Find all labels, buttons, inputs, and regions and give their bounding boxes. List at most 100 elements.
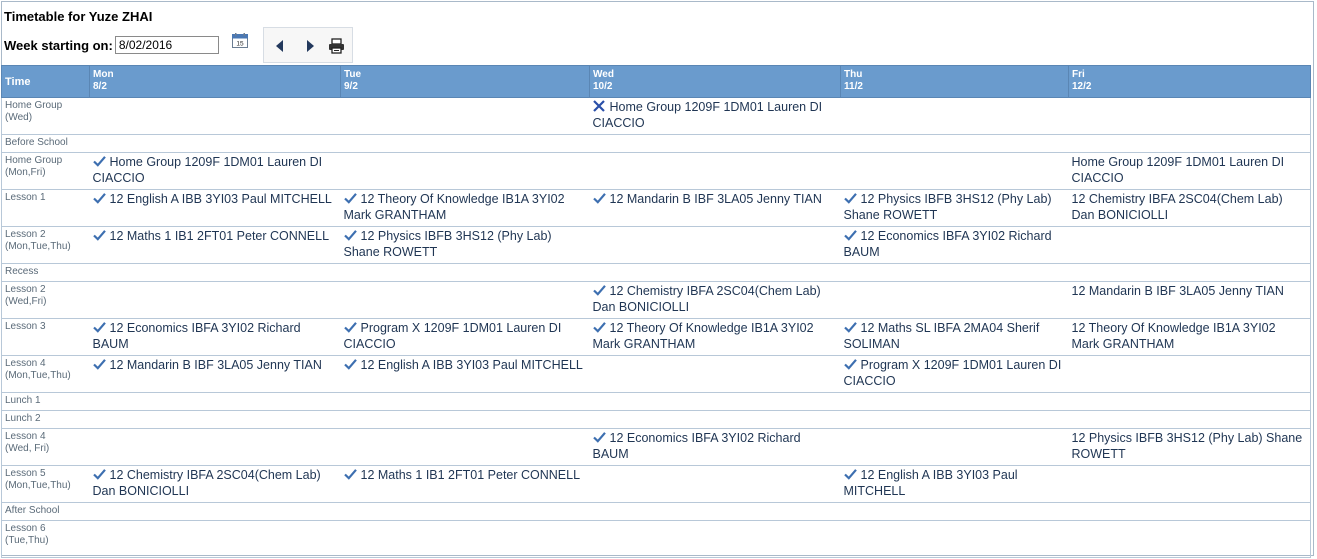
check-icon	[843, 193, 857, 204]
period-label-cell: Lesson 1	[1, 189, 90, 227]
period-name: Lunch 2	[5, 413, 41, 424]
empty-cell	[340, 502, 590, 521]
class-cell[interactable]: 12 Chemistry IBFA 2SC04(Chem Lab) Dan BO…	[1068, 189, 1311, 227]
empty-cell	[1068, 134, 1311, 153]
period-days: (Mon,Tue,Thu)	[5, 370, 71, 381]
empty-cell	[340, 134, 590, 153]
class-text: 12 Theory Of Knowledge IB1A 3YI02 Mark G…	[592, 321, 814, 351]
class-cell[interactable]: 12 English A IBB 3YI03 Paul MITCHELL	[89, 189, 341, 227]
empty-cell	[89, 134, 341, 153]
period-row: After School	[1, 502, 1311, 521]
class-text: 12 English A IBB 3YI03 Paul MITCHELL	[360, 358, 583, 372]
class-text: 12 Economics IBFA 3YI02 Richard BAUM	[843, 229, 1052, 259]
period-name: Lesson 5	[5, 468, 46, 479]
period-row: Lesson 2 (Wed,Fri) 12 Chemistry IBFA 2SC04…	[1, 281, 1311, 319]
week-date-input[interactable]	[114, 36, 219, 54]
period-label-cell: Before School	[1, 134, 90, 153]
period-name: Lesson 2	[5, 284, 46, 295]
period-row: Lesson 4 (Mon,Tue,Thu) 12 Mandarin B IBF 3…	[1, 355, 1311, 393]
empty-cell	[840, 392, 1069, 411]
check-icon	[592, 193, 606, 204]
class-cell[interactable]: Home Group 1209F 1DM01 Lauren DI CIACCIO	[89, 152, 341, 190]
arrow-right-icon[interactable]	[302, 37, 318, 55]
class-text: 12 Economics IBFA 3YI02 Richard BAUM	[592, 431, 801, 461]
class-text: 12 Maths 1 IB1 2FT01 Peter CONNELL	[360, 468, 581, 482]
timetable-header: Time Mon 8/2 Tue 9/2 Wed 10/2 Thu 11/2 Fri 12…	[1, 65, 1311, 98]
class-cell[interactable]: 12 Theory Of Knowledge IB1A 3YI02 Mark G…	[340, 189, 590, 227]
class-cell[interactable]: 12 Physics IBFB 3HS12 (Phy Lab) Shane RO…	[840, 189, 1069, 227]
empty-cell	[1068, 355, 1311, 393]
class-cell[interactable]: 12 Physics IBFB 3HS12 (Phy Lab) Shane RO…	[1068, 428, 1311, 466]
empty-cell	[589, 502, 841, 521]
empty-cell	[589, 226, 841, 264]
empty-cell	[840, 263, 1069, 282]
class-cell[interactable]: 12 Economics IBFA 3YI02 Richard BAUM	[89, 318, 341, 356]
period-name: Lesson 4	[5, 358, 46, 369]
period-label-cell: Home Group (Mon,Fri)	[1, 152, 90, 190]
class-cell[interactable]: 12 English A IBB 3YI03 Paul MITCHELL	[840, 465, 1069, 503]
period-days: (Wed, Fri)	[5, 443, 50, 454]
period-label-cell: Lesson 5 (Mon,Tue,Thu)	[1, 465, 90, 503]
empty-cell	[340, 97, 590, 135]
period-name: Lesson 6	[5, 523, 46, 534]
check-icon	[92, 469, 106, 480]
class-cell[interactable]: Program X 1209F 1DM01 Lauren DI CIACCIO	[340, 318, 590, 356]
period-row: Lesson 3 12 Economics IBFA 3YI02 Richard …	[1, 318, 1311, 356]
class-text: Home Group 1209F 1DM01 Lauren DI CIACCIO	[1071, 155, 1285, 185]
class-cell[interactable]: 12 Mandarin B IBF 3LA05 Jenny TIAN	[89, 355, 341, 393]
class-cell[interactable]: 12 Maths SL IBFA 2MA04 Sherif SOLIMAN	[840, 318, 1069, 356]
period-days: (Mon,Tue,Thu)	[5, 241, 71, 252]
period-row: Lesson 4 (Wed, Fri) 12 Economics IBFA 3YI0…	[1, 428, 1311, 466]
period-name: Home Group	[5, 100, 63, 111]
empty-cell	[1068, 520, 1311, 558]
class-cell[interactable]: 12 Chemistry IBFA 2SC04(Chem Lab) Dan BO…	[589, 281, 841, 319]
class-cell[interactable]: Home Group 1209F 1DM01 Lauren DI CIACCIO	[589, 97, 841, 135]
arrow-left-icon[interactable]	[272, 37, 288, 55]
empty-cell	[340, 428, 590, 466]
day-header-thu: Thu 11/2	[840, 65, 1069, 98]
week-navigation	[263, 27, 353, 63]
period-days: (Tue,Thu)	[5, 535, 49, 546]
period-name: Lunch 1	[5, 395, 41, 406]
period-name: Lesson 3	[5, 321, 46, 332]
day-header-mon: Mon 8/2	[89, 65, 341, 98]
period-label-cell: Lunch 2	[1, 410, 90, 429]
class-text: 12 Chemistry IBFA 2SC04(Chem Lab) Dan BO…	[92, 468, 321, 498]
check-icon	[343, 359, 357, 370]
period-row: Lunch 1	[1, 392, 1311, 411]
period-label-cell: After School	[1, 502, 90, 521]
class-cell[interactable]: Program X 1209F 1DM01 Lauren DI CIACCIO	[840, 355, 1069, 393]
period-label-cell: Lesson 6 (Tue,Thu)	[1, 520, 90, 558]
check-icon	[843, 230, 857, 241]
empty-cell	[340, 392, 590, 411]
class-cell[interactable]: 12 Theory Of Knowledge IB1A 3YI02 Mark G…	[1068, 318, 1311, 356]
empty-cell	[89, 392, 341, 411]
period-row: Recess	[1, 263, 1311, 282]
class-cell[interactable]: Home Group 1209F 1DM01 Lauren DI CIACCIO	[1068, 152, 1311, 190]
empty-cell	[89, 97, 341, 135]
period-days: (Mon,Fri)	[5, 167, 46, 178]
empty-cell	[340, 520, 590, 558]
day-header-fri: Fri 12/2	[1068, 65, 1311, 98]
class-cell[interactable]: 12 Economics IBFA 3YI02 Richard BAUM	[589, 428, 841, 466]
period-name: Lesson 1	[5, 192, 46, 203]
class-cell[interactable]: 12 Economics IBFA 3YI02 Richard BAUM	[840, 226, 1069, 264]
calendar-icon[interactable]: 15	[232, 33, 248, 48]
class-cell[interactable]: 12 Maths 1 IB1 2FT01 Peter CONNELL	[340, 465, 590, 503]
printer-icon[interactable]	[327, 37, 345, 55]
period-row: Home Group (Mon,Fri) Home Group 1209F 1DM0…	[1, 152, 1311, 190]
class-text: 12 Mandarin B IBF 3LA05 Jenny TIAN	[1071, 284, 1284, 298]
class-text: 12 Economics IBFA 3YI02 Richard BAUM	[92, 321, 301, 351]
class-cell[interactable]: 12 Physics IBFB 3HS12 (Phy Lab) Shane RO…	[340, 226, 590, 264]
class-cell[interactable]: 12 Mandarin B IBF 3LA05 Jenny TIAN	[589, 189, 841, 227]
check-icon	[92, 193, 106, 204]
class-cell[interactable]: 12 Mandarin B IBF 3LA05 Jenny TIAN	[1068, 281, 1311, 319]
empty-cell	[89, 428, 341, 466]
empty-cell	[340, 263, 590, 282]
class-cell[interactable]: 12 Chemistry IBFA 2SC04(Chem Lab) Dan BO…	[89, 465, 341, 503]
class-cell[interactable]: 12 Theory Of Knowledge IB1A 3YI02 Mark G…	[589, 318, 841, 356]
period-label-cell: Lesson 3	[1, 318, 90, 356]
class-cell[interactable]: 12 English A IBB 3YI03 Paul MITCHELL	[340, 355, 590, 393]
class-cell[interactable]: 12 Maths 1 IB1 2FT01 Peter CONNELL	[89, 226, 341, 264]
svg-text:15: 15	[236, 41, 244, 48]
